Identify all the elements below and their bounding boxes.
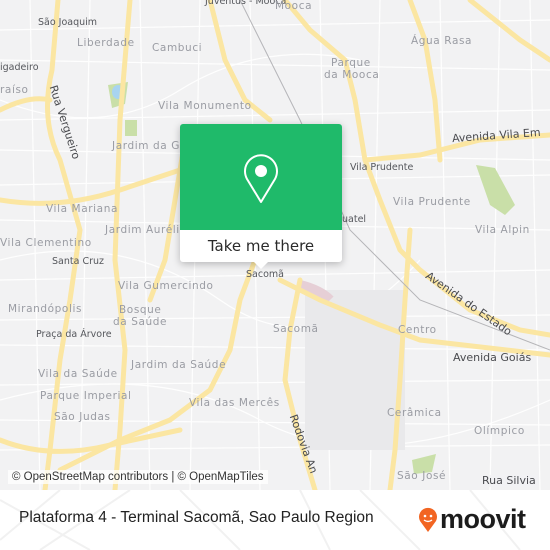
map-label-road: Rua Silvia — [480, 474, 538, 487]
map-label: Liberdade — [77, 37, 135, 49]
popup-header — [180, 124, 342, 230]
map-label: Sacomã — [246, 269, 284, 280]
map[interactable]: Juventus - Mooca Mooca São Joaquim Liber… — [0, 0, 550, 490]
take-me-there-button[interactable]: Take me there — [180, 230, 342, 262]
map-label: São José — [397, 470, 447, 482]
map-pin-icon — [244, 154, 278, 203]
location-popup: Take me there — [180, 124, 342, 269]
map-label: Cambuci — [152, 42, 203, 54]
map-label: Jardim Aurélia — [105, 224, 187, 236]
map-label: Vila Alpin — [475, 224, 530, 236]
map-label: Mooca — [275, 0, 313, 12]
map-label: Cerâmica — [387, 407, 442, 419]
map-label: Centro — [398, 324, 437, 336]
map-label-road: Avenida Goiás — [453, 351, 532, 364]
map-label: Vila das Mercês — [189, 397, 280, 409]
map-label: Bosque — [119, 304, 162, 316]
moovit-logo[interactable]: moovit — [418, 504, 526, 535]
map-label: Vila Monumento — [158, 100, 252, 112]
moovit-pin-icon — [419, 507, 437, 532]
map-label: Sacomã — [273, 323, 319, 335]
map-label: da Mooca — [324, 69, 380, 81]
map-label: raíso — [0, 84, 29, 96]
map-label: da Saúde — [113, 316, 168, 328]
map-label: São Joaquim — [38, 17, 98, 28]
map-label: Vila Clementino — [0, 237, 92, 249]
map-attribution: © OpenStreetMap contributors | © OpenMap… — [8, 470, 268, 484]
map-label: Jardim da Saúde — [131, 359, 227, 371]
map-label: Vila da Saúde — [38, 368, 118, 380]
map-label: Parque Imperial — [40, 390, 132, 402]
map-label: Parque — [331, 57, 371, 69]
map-label: Vila Prudente — [393, 196, 471, 208]
map-label: uatel — [342, 214, 367, 225]
map-label: Praça da Árvore — [36, 329, 112, 340]
map-label: Vila Gumercindo — [118, 280, 214, 292]
map-label: Vila Prudente — [350, 162, 414, 173]
map-label: Vila Mariana — [46, 203, 119, 215]
map-label: igadeiro — [0, 62, 39, 73]
map-label: Jardim da Gló — [112, 140, 191, 152]
stop-title: Plataforma 4 - Terminal Sacomã, Sao Paul… — [19, 509, 374, 526]
popup-pointer — [254, 262, 268, 269]
moovit-wordmark: moovit — [440, 504, 526, 534]
map-label: Água Rasa — [411, 35, 473, 47]
map-label: Mirandópolis — [8, 303, 83, 315]
map-label: São Judas — [54, 411, 111, 423]
map-label: Olímpico — [474, 425, 525, 437]
map-label: Santa Cruz — [52, 256, 104, 267]
